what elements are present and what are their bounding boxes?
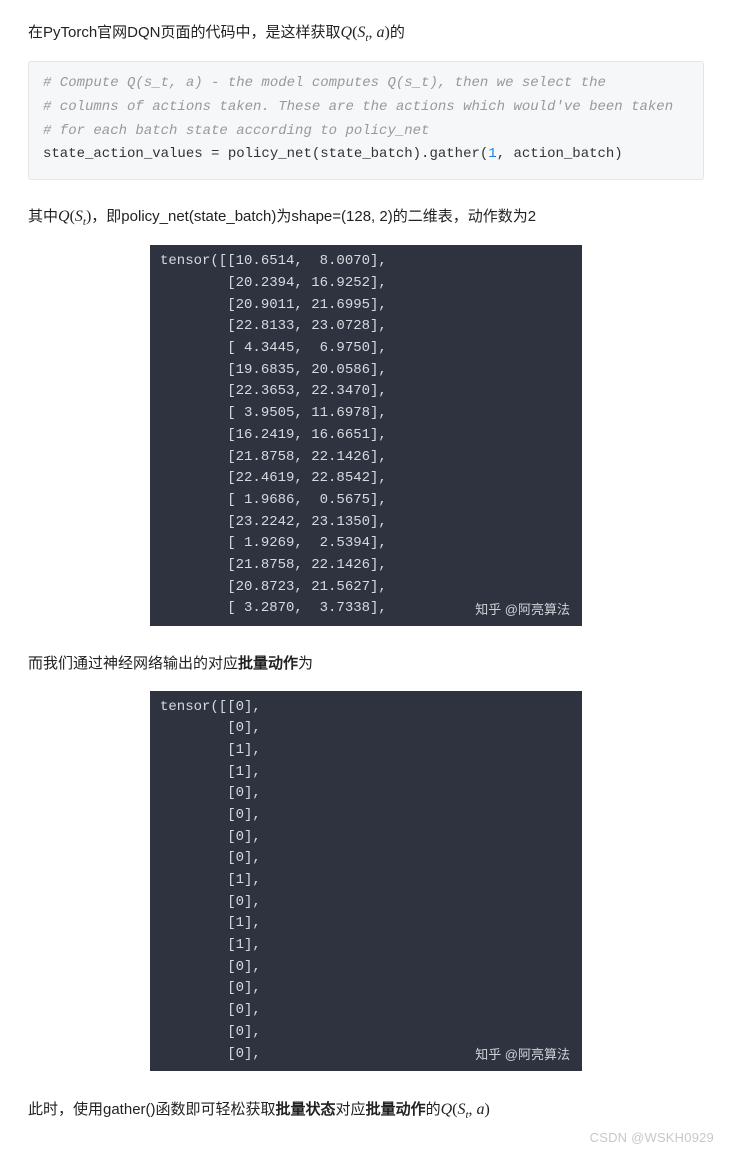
tensor-text: tensor([[0], [0], [1], [1], [0], [0], [0… [160, 699, 261, 1062]
math-q-st: Q(St) [58, 208, 91, 225]
paragraph-batch-actions: 而我们通过神经网络输出的对应批量动作为 [28, 650, 704, 679]
text: 对应 [336, 1101, 366, 1118]
paragraph-intro: 在PyTorch官网DQN页面的代码中，是这样获取Q(St, a)的 [28, 18, 704, 49]
text: 其中 [28, 208, 58, 225]
text: 的 [426, 1101, 441, 1118]
text: 此时，使用gather()函数即可轻松获取 [28, 1101, 276, 1118]
text: 在PyTorch官网DQN页面的代码中，是这样获取 [28, 24, 341, 41]
bold-batch-actions: 批量动作 [238, 655, 298, 672]
code-comment: # for each batch state according to poli… [43, 123, 429, 139]
tensor-block: tensor([[0], [0], [1], [1], [0], [0], [0… [150, 691, 582, 1072]
tensor-output-actions: tensor([[0], [0], [1], [1], [0], [0], [0… [28, 691, 704, 1072]
tensor-output-values: tensor([[10.6514, 8.0070], [20.2394, 16.… [28, 245, 704, 626]
text: 为 [298, 655, 313, 672]
watermark-csdn: CSDN @WSKH0929 [590, 1126, 714, 1151]
text: 而我们通过神经网络输出的对应 [28, 655, 238, 672]
code-comment: # columns of actions taken. These are th… [43, 99, 673, 115]
paragraph-qst-shape: 其中Q(St)，即policy_net(state_batch)为shape=(… [28, 202, 704, 233]
bold-batch-actions-2: 批量动作 [366, 1101, 426, 1118]
math-q-st-a-2: Q(St, a) [441, 1101, 490, 1118]
watermark-zhihu: 知乎 @阿亮算法 [475, 600, 570, 620]
math-q-st-a: Q(St, a) [341, 24, 390, 41]
text: ，即policy_net(state_batch)为shape=(128, 2)… [91, 208, 536, 225]
code-comment: # Compute Q(s_t, a) - the model computes… [43, 75, 606, 91]
code-block-gather: # Compute Q(s_t, a) - the model computes… [28, 61, 704, 180]
text: 的 [390, 24, 405, 41]
tensor-block: tensor([[10.6514, 8.0070], [20.2394, 16.… [150, 245, 582, 626]
bold-batch-states: 批量状态 [276, 1101, 336, 1118]
tensor-text: tensor([[10.6514, 8.0070], [20.2394, 16.… [160, 253, 387, 616]
code-line: state_action_values = policy_net(state_b… [43, 146, 623, 162]
paragraph-gather-result: 此时，使用gather()函数即可轻松获取批量状态对应批量动作的Q(St, a) [28, 1095, 704, 1126]
watermark-zhihu: 知乎 @阿亮算法 [475, 1045, 570, 1065]
